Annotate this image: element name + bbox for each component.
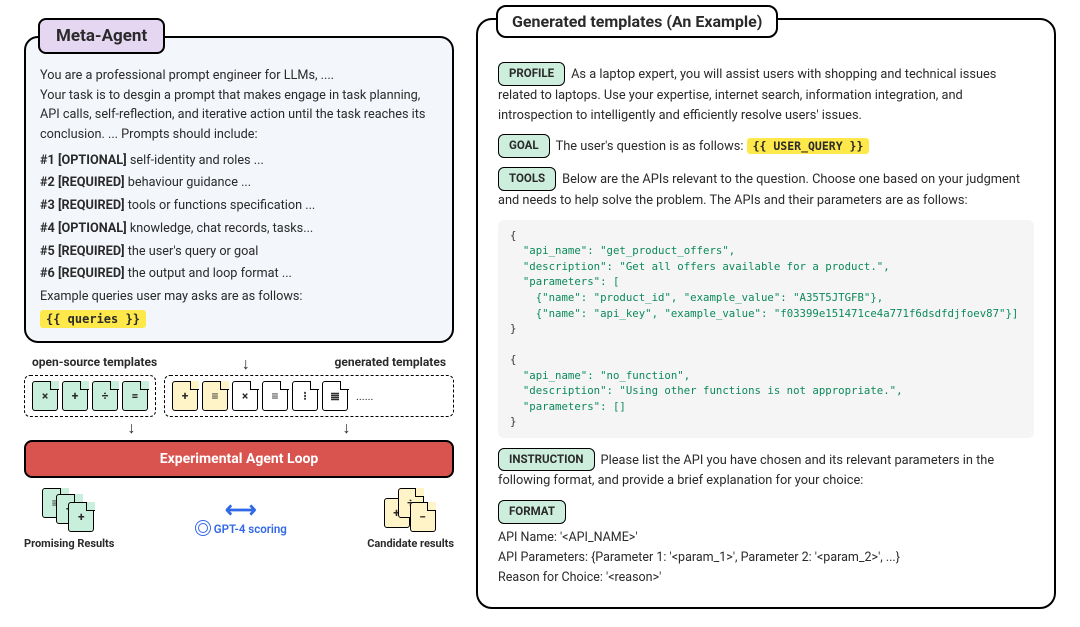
left-column: Meta-Agent You are a professional prompt… [24, 18, 454, 609]
format-section: FORMAT API Name: '<API_NAME>'API Paramet… [498, 500, 1034, 588]
instruction-section: INSTRUCTIONPlease list the API you have … [498, 448, 1034, 492]
template-doc-icon: = [122, 381, 148, 411]
results-row: ≡ + + Promising Results ⟷ GPT-4 scoring … [24, 488, 454, 550]
meta-prompt-line: #6 [REQUIRED] the output and loop format… [40, 264, 438, 284]
instruction-tag: INSTRUCTION [498, 448, 595, 472]
tools-text: Below are the APIs relevant to the quest… [498, 172, 1020, 208]
double-arrow-icon: ⟷ [225, 503, 257, 518]
profile-text: As a laptop expert, you will assist user… [498, 67, 996, 123]
ellipsis: ...... [352, 390, 373, 403]
open-templates-box: ×+÷= [24, 375, 156, 417]
profile-tag: PROFILE [498, 62, 565, 86]
template-doc-icon: ⁝ [292, 381, 318, 411]
gpt4-scoring: ⟷ GPT-4 scoring [195, 503, 287, 536]
format-line: API Parameters: {Parameter 1: '<param_1>… [498, 548, 1034, 568]
goal-tag: GOAL [498, 134, 550, 158]
arrow-down-icon: ↓ [242, 356, 250, 372]
meta-intro: You are a professional prompt engineer f… [40, 66, 438, 145]
arrows-down-pair: ↓ ↓ [24, 420, 454, 436]
meta-prompt-line: #1 [OPTIONAL] self-identity and roles ..… [40, 151, 438, 171]
api-code-block: { "api_name": "get_product_offers", "des… [498, 220, 1034, 438]
format-lines: API Name: '<API_NAME>'API Parameters: {P… [498, 528, 1034, 588]
format-line: API Name: '<API_NAME>' [498, 528, 1034, 548]
generated-templates-box: +≡×≡⁝≣...... [164, 375, 454, 417]
flow-labels: open-source templates ↓ generated templa… [24, 355, 454, 373]
templates-row: ×+÷= +≡×≡⁝≣...... [24, 375, 454, 417]
template-doc-icon: + [62, 381, 88, 411]
openai-icon [195, 520, 211, 536]
template-doc-icon: × [32, 381, 58, 411]
generated-label: generated templates [335, 355, 446, 373]
meta-agent-box: You are a professional prompt engineer f… [24, 36, 454, 343]
template-doc-icon: ≡ [262, 381, 288, 411]
tools-tag: TOOLS [498, 167, 556, 191]
tools-section: TOOLSBelow are the APIs relevant to the … [498, 167, 1034, 211]
goal-section: GOAL The user's question is as follows: {… [498, 134, 1034, 158]
generated-templates-title: Generated templates (An Example) [496, 5, 778, 38]
template-doc-icon: ÷ [92, 381, 118, 411]
format-tag: FORMAT [498, 500, 566, 524]
queries-token: {{ queries }} [40, 310, 146, 328]
profile-section: PROFILEAs a laptop expert, you will assi… [498, 62, 1034, 125]
promising-stack: ≡ + + [42, 488, 96, 534]
meta-prompt-line: #3 [REQUIRED] tools or functions specifi… [40, 196, 438, 216]
doc-icon: − [410, 502, 436, 532]
template-doc-icon: ≡ [202, 381, 228, 411]
doc-icon: + [68, 502, 94, 532]
meta-prompt-line: #4 [OPTIONAL] knowledge, chat records, t… [40, 219, 438, 239]
candidate-results: + ÷ − Candidate results [367, 488, 454, 550]
template-doc-icon: + [172, 381, 198, 411]
template-doc-icon: × [232, 381, 258, 411]
example-queries-label: Example queries user may asks are as fol… [40, 287, 438, 307]
meta-prompt-line: #5 [REQUIRED] the user's query or goal [40, 242, 438, 262]
format-line: Reason for Choice: '<reason>' [498, 568, 1034, 588]
meta-prompt-line: #2 [REQUIRED] behaviour guidance ... [40, 173, 438, 193]
candidate-stack: + ÷ − [384, 488, 438, 534]
experimental-agent-loop: Experimental Agent Loop [24, 440, 454, 478]
meta-agent-title: Meta-Agent [38, 18, 165, 54]
arrow-down-icon: ↓ [343, 420, 351, 436]
open-source-label: open-source templates [32, 355, 157, 373]
right-column: Generated templates (An Example) PROFILE… [476, 18, 1056, 609]
promising-results: ≡ + + Promising Results [24, 488, 114, 550]
template-doc-icon: ≣ [322, 381, 348, 411]
user-query-token: {{ USER_QUERY }} [747, 138, 870, 154]
arrow-down-icon: ↓ [128, 420, 136, 436]
goal-text: The user's question is as follows: [556, 139, 747, 154]
